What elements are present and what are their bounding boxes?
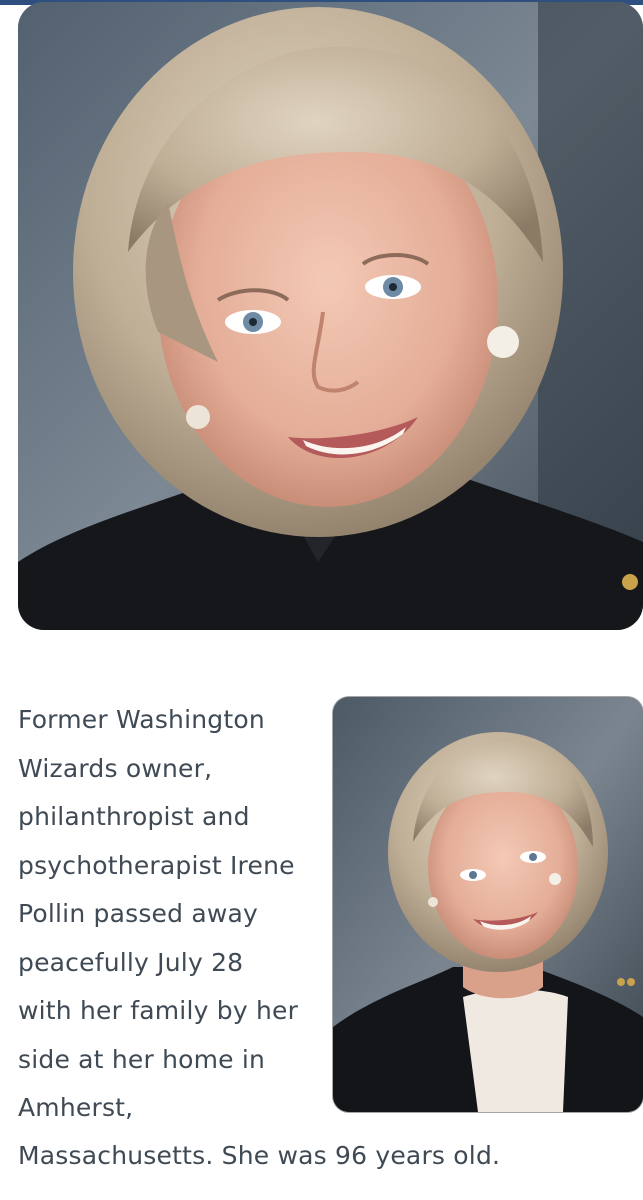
hero-portrait-graphic bbox=[18, 2, 643, 630]
article-paragraph: Former Washington Wizards owner, philant… bbox=[18, 696, 318, 1133]
article-line: Amherst, bbox=[18, 1093, 134, 1122]
article-line: side at her home in bbox=[18, 1044, 266, 1074]
article-line: with her family by her bbox=[18, 996, 299, 1025]
inline-portrait-image bbox=[333, 697, 643, 1112]
article-line: Former Washington bbox=[18, 705, 265, 734]
hero-portrait-image bbox=[18, 2, 643, 630]
article-line: peacefully July 28 bbox=[18, 947, 244, 977]
article-line: psychotherapist Irene bbox=[18, 850, 295, 880]
article-line: Pollin passed away bbox=[18, 899, 259, 928]
inline-portrait-graphic bbox=[333, 697, 643, 1112]
article-line: philanthropist and bbox=[18, 802, 250, 831]
article-paragraph-tail: Massachusetts. She was 96 years old. bbox=[18, 1141, 501, 1170]
article-line: Wizards owner, bbox=[18, 753, 213, 783]
